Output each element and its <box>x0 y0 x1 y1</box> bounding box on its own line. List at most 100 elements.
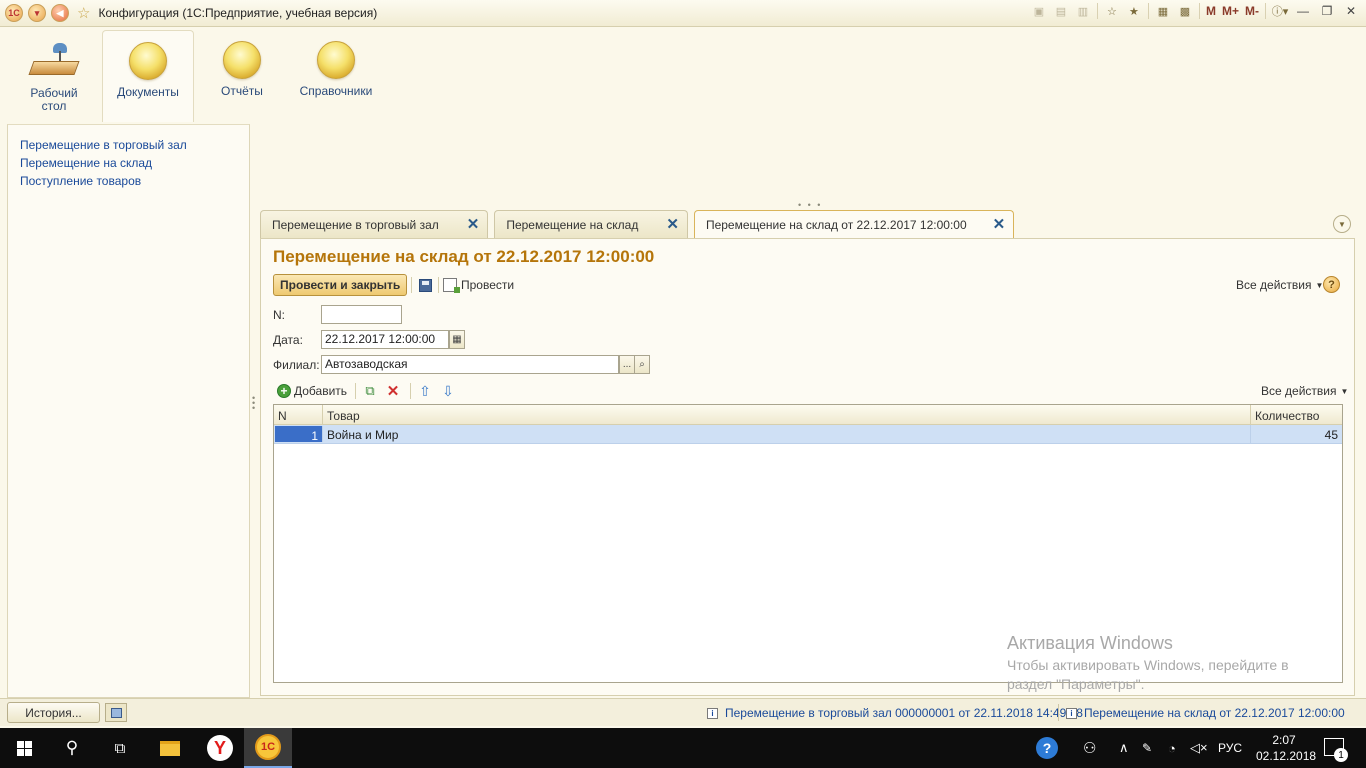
number-field[interactable] <box>321 305 402 324</box>
add-icon[interactable]: + <box>277 384 291 398</box>
tab-label: Перемещение на склад <box>506 217 639 232</box>
input-indicator-icon[interactable]: ✎ <box>1142 728 1152 768</box>
yandex-browser-icon[interactable]: Y <box>196 728 244 768</box>
close-icon[interactable]: ✕ <box>993 217 1006 232</box>
copy-row-icon[interactable]: ⧉ <box>361 382 379 400</box>
status-link-warehouse[interactable]: i Перемещение на склад от 22.12.2017 12:… <box>1066 706 1345 720</box>
minimize-button[interactable]: — <box>1294 3 1312 19</box>
task-view-icon[interactable]: ⧉ <box>96 728 144 768</box>
section-label: Рабочий стол <box>30 86 78 113</box>
tab-move-to-salesfloor[interactable]: Перемещение в торговый зал ✕ <box>260 210 489 238</box>
memory-plus-button[interactable]: M+ <box>1222 4 1239 18</box>
nav-item-move-to-warehouse[interactable]: Перемещение на склад <box>20 154 249 172</box>
move-up-icon[interactable]: ⇧ <box>416 382 434 400</box>
close-icon[interactable]: ✕ <box>666 217 679 232</box>
history-button[interactable]: История... <box>7 702 100 723</box>
activation-watermark: Активация Windows Чтобы активировать Win… <box>1007 633 1289 694</box>
start-button[interactable] <box>0 728 48 768</box>
onec-app-icon[interactable]: 1С <box>244 728 292 768</box>
horizontal-splitter[interactable]: • • • <box>798 200 822 210</box>
status-link-salesfloor[interactable]: i Перемещение в торговый зал 000000001 о… <box>707 706 1083 720</box>
open-windows-tabs: Перемещение в торговый зал ✕ Перемещение… <box>260 210 1020 239</box>
section-ball-icon <box>129 42 167 80</box>
section-desktop[interactable]: Рабочий стол <box>8 27 100 119</box>
page-title: Перемещение на склад от 22.12.2017 12:00… <box>273 247 655 266</box>
tab-move-to-warehouse[interactable]: Перемещение на склад ✕ <box>494 210 688 238</box>
clock-date: 02.12.2018 <box>1256 749 1317 763</box>
preview-icon[interactable]: ▥ <box>1075 3 1091 19</box>
section-reports[interactable]: Отчёты <box>196 27 288 119</box>
favorites-star-icon[interactable]: ☆ <box>77 4 90 22</box>
help-tray-icon[interactable]: ? <box>1036 728 1058 768</box>
post-button[interactable]: Провести <box>443 276 514 294</box>
section-label: Отчёты <box>221 84 263 98</box>
divider <box>1265 3 1266 19</box>
info-menu-icon[interactable]: ⓘ▾ <box>1272 3 1289 19</box>
column-header-quantity[interactable]: Количество <box>1251 405 1342 424</box>
memory-minus-button[interactable]: M- <box>1245 4 1259 18</box>
app-logo-icon[interactable]: 1С <box>5 4 23 22</box>
section-documents[interactable]: Документы <box>102 30 194 122</box>
divider <box>1147 3 1149 19</box>
watermark-line: раздел "Параметры". <box>1007 676 1145 692</box>
cell-item[interactable]: Война и Мир <box>323 425 1251 443</box>
post-label: Провести <box>461 278 515 292</box>
post-document-icon <box>443 278 460 293</box>
file-explorer-icon[interactable] <box>146 728 194 768</box>
cell-n[interactable]: 1 <box>275 426 323 443</box>
help-button[interactable]: ? <box>1323 276 1340 293</box>
table-row[interactable]: 1 Война и Мир 45 <box>274 425 1342 444</box>
volume-icon[interactable]: ◁× <box>1190 728 1208 768</box>
post-and-close-button[interactable]: Провести и закрыть <box>273 274 408 296</box>
vertical-splitter[interactable]: • • • <box>252 394 255 413</box>
date-field[interactable]: 22.12.2017 12:00:00 <box>321 330 449 349</box>
section-label: Справочники <box>299 84 373 98</box>
add-favorite-icon[interactable]: ☆ <box>1104 3 1120 19</box>
favorites-icon[interactable]: ★ <box>1126 3 1142 19</box>
search-icon[interactable]: ⚲ <box>48 728 96 768</box>
branch-field[interactable]: Автозаводская <box>321 355 619 374</box>
search-icon[interactable]: ⌕ <box>634 355 650 374</box>
add-button[interactable]: Добавить <box>294 384 347 398</box>
close-icon[interactable]: ✕ <box>467 217 480 232</box>
chevron-up-icon[interactable]: ∧ <box>1119 728 1129 768</box>
move-down-icon[interactable]: ⇩ <box>439 382 457 400</box>
restore-button[interactable]: ❐ <box>1318 3 1336 19</box>
nav-item-move-to-salesfloor[interactable]: Перемещение в торговый зал <box>20 136 249 154</box>
all-actions-label: Все действия <box>1236 278 1312 292</box>
delete-icon[interactable]: ✕ <box>384 382 402 400</box>
section-panel: Рабочий стол Документы Отчёты Справочник… <box>0 27 1366 125</box>
network-icon[interactable]: ◔ <box>1168 728 1176 768</box>
save-icon[interactable]: ▣ <box>1031 3 1047 19</box>
watermark-line: Чтобы активировать Windows, перейдите в <box>1007 657 1289 673</box>
memory-button[interactable]: M <box>1206 4 1216 18</box>
history-icon[interactable]: ◀ <box>51 4 69 22</box>
main-menu-icon[interactable]: ▾ <box>28 4 46 22</box>
language-indicator[interactable]: РУС <box>1218 728 1242 768</box>
calendar-icon[interactable]: ▩ <box>1177 3 1193 19</box>
section-catalogs[interactable]: Справочники <box>290 27 382 119</box>
people-icon[interactable]: ⚇ <box>1083 728 1096 768</box>
date-label: Дата: <box>273 333 303 347</box>
clock-time: 2:07 <box>1272 733 1296 747</box>
divider <box>438 277 439 293</box>
cell-quantity[interactable]: 45 <box>1251 425 1342 443</box>
save-button[interactable] <box>416 276 434 294</box>
navigation-panel: Перемещение в торговый зал Перемещение н… <box>7 124 250 698</box>
all-actions-menu[interactable]: Все действия ▼ <box>1236 278 1323 292</box>
clock[interactable]: 2:07 02.12.2018 <box>1256 732 1317 764</box>
divider <box>1096 3 1098 19</box>
close-window-button[interactable]: ✕ <box>1342 3 1360 19</box>
print-icon[interactable]: ▤ <box>1053 3 1069 19</box>
column-header-item[interactable]: Товар <box>323 405 1251 424</box>
select-button[interactable]: ... <box>619 355 635 374</box>
calendar-icon[interactable]: ▦ <box>449 330 465 349</box>
calculator-icon[interactable]: ▦ <box>1155 3 1171 19</box>
windows-list-button[interactable] <box>105 703 127 722</box>
table-all-actions-menu[interactable]: Все действия ▼ <box>1261 384 1348 398</box>
app-title: Конфигурация (1С:Предприятие, учебная ве… <box>98 6 378 20</box>
nav-item-goods-receipt[interactable]: Поступление товаров <box>20 172 249 190</box>
tabs-menu-icon[interactable]: ▼ <box>1333 215 1351 233</box>
column-header-n[interactable]: N <box>274 405 323 424</box>
tab-document[interactable]: Перемещение на склад от 22.12.2017 12:00… <box>693 210 1015 239</box>
